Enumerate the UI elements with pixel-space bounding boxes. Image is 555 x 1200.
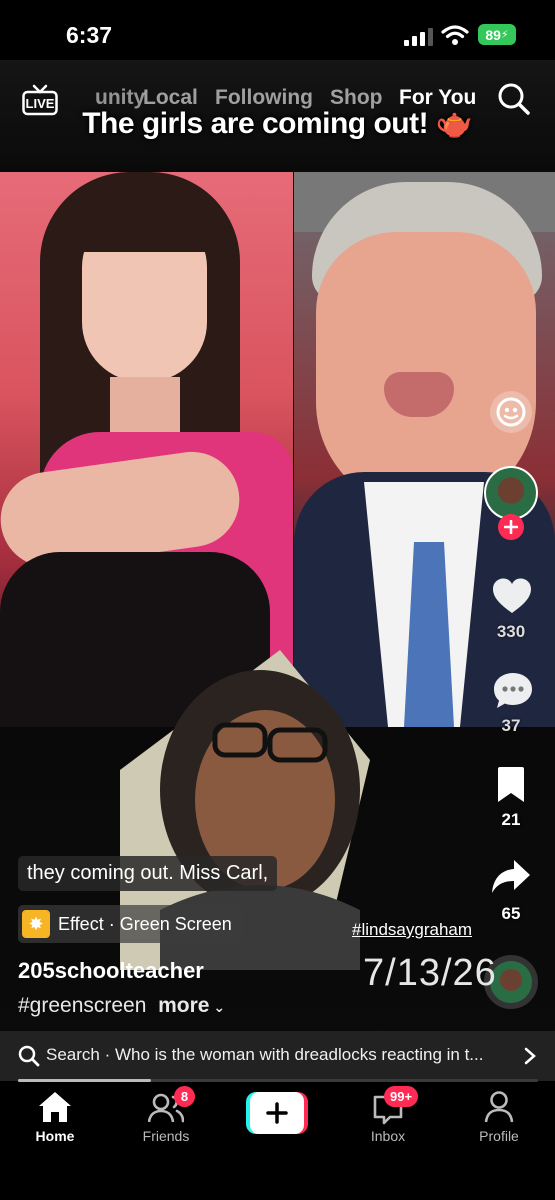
effect-label: Effect · Green Screen bbox=[58, 913, 232, 934]
video-progress-fill bbox=[18, 1079, 151, 1082]
create-button[interactable] bbox=[246, 1092, 308, 1134]
nav-home-label: Home bbox=[35, 1128, 75, 1144]
nav-friends[interactable]: 8 Friends bbox=[116, 1083, 216, 1153]
bookmark-count: 21 bbox=[501, 810, 521, 829]
nav-profile[interactable]: Profile bbox=[449, 1083, 549, 1153]
overlay-hashtag: #lindsaygraham bbox=[352, 920, 473, 939]
tab-shop[interactable]: Shop bbox=[330, 86, 383, 110]
cellular-signal-icon bbox=[404, 28, 433, 46]
search-icon bbox=[18, 1045, 40, 1067]
search-suggestion-text: Search · Who is the woman with dreadlock… bbox=[46, 1045, 484, 1064]
battery-level: 89 bbox=[485, 26, 501, 43]
profile-icon bbox=[484, 1091, 514, 1123]
description: #greenscreen more ⌄ bbox=[18, 994, 225, 1018]
nav-inbox[interactable]: 99+ Inbox bbox=[338, 1083, 438, 1153]
wifi-icon bbox=[441, 25, 469, 45]
nav-profile-label: Profile bbox=[479, 1128, 519, 1144]
create-button-face bbox=[250, 1092, 304, 1134]
inbox-badge: 99+ bbox=[384, 1086, 419, 1107]
caption-title: The girls are coming out! 🫖 bbox=[82, 107, 473, 140]
effect-badge[interactable]: ✸ Effect · Green Screen bbox=[18, 905, 242, 943]
tab-following[interactable]: Following bbox=[215, 86, 313, 110]
comment-bubble-icon[interactable] bbox=[492, 671, 534, 711]
like-heart-icon[interactable] bbox=[491, 577, 533, 615]
live-button[interactable]: LIVE bbox=[22, 84, 58, 116]
share-arrow-icon[interactable] bbox=[490, 858, 532, 896]
battery-icon: 89 ⚡ bbox=[478, 24, 516, 45]
chevron-right-icon bbox=[524, 1047, 536, 1065]
tab-local[interactable]: Local bbox=[143, 86, 198, 110]
more-button[interactable]: more ⌄ bbox=[158, 994, 225, 1017]
bottom-nav: Home 8 Friends 99+ Inbox Profile bbox=[0, 1083, 555, 1200]
nav-friends-label: Friends bbox=[142, 1128, 190, 1144]
username[interactable]: 205schoolteacher bbox=[18, 958, 204, 984]
nav-inbox-label: Inbox bbox=[370, 1128, 406, 1144]
nav-home[interactable]: Home bbox=[5, 1083, 105, 1153]
plus-icon bbox=[504, 520, 518, 534]
follow-button[interactable] bbox=[498, 514, 524, 540]
tab-for-you[interactable]: For You bbox=[399, 86, 489, 110]
hashtag-link[interactable]: #greenscreen bbox=[18, 994, 146, 1017]
caption-subtitle: they coming out. Miss Carl, bbox=[18, 856, 278, 891]
status-time: 6:37 bbox=[66, 22, 113, 48]
effect-face-button[interactable] bbox=[490, 391, 532, 433]
like-count: 330 bbox=[496, 622, 526, 641]
bookmark-icon[interactable] bbox=[495, 766, 527, 804]
right-photo bbox=[294, 172, 555, 727]
video-progress-bar[interactable] bbox=[18, 1079, 538, 1082]
plus-icon bbox=[266, 1102, 288, 1124]
sparkle-icon: ✸ bbox=[22, 910, 50, 938]
chevron-down-icon: ⌄ bbox=[209, 999, 226, 1015]
overlay-date: 7/13/26 bbox=[363, 952, 497, 994]
search-suggestion-bar[interactable]: Search · Who is the woman with dreadlock… bbox=[0, 1031, 555, 1081]
home-icon bbox=[39, 1092, 71, 1122]
creator-avatar[interactable] bbox=[484, 466, 538, 520]
left-photo bbox=[0, 172, 293, 727]
smiley-icon bbox=[496, 397, 526, 427]
share-count: 65 bbox=[501, 904, 521, 923]
comment-count: 37 bbox=[501, 716, 521, 735]
tab-community[interactable]: unity bbox=[95, 86, 145, 110]
friends-badge: 8 bbox=[174, 1086, 195, 1107]
search-icon[interactable] bbox=[497, 82, 531, 116]
live-label: LIVE bbox=[25, 96, 55, 111]
